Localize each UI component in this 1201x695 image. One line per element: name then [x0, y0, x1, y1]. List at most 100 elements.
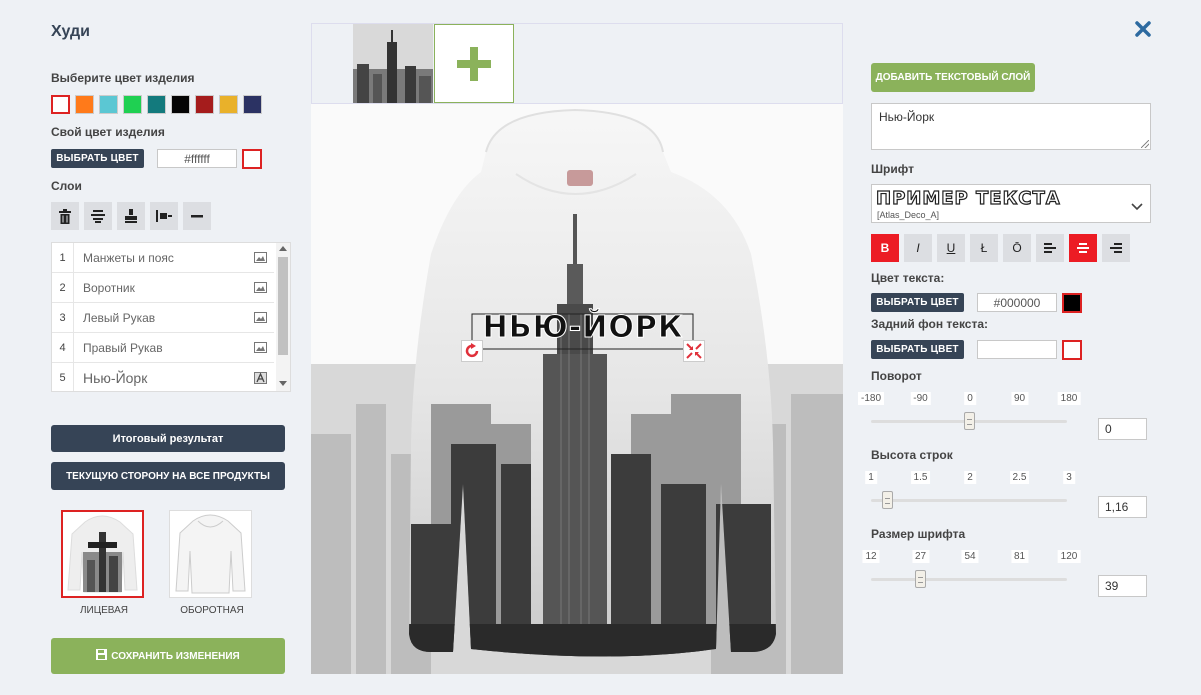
minus-icon[interactable]: [183, 202, 211, 230]
design-canvas[interactable]: НЬЮ-ЙОРК: [311, 104, 843, 674]
front-side-thumbnail[interactable]: [61, 510, 144, 598]
swatch-light-blue[interactable]: [99, 95, 118, 114]
text-color-label: Цвет текста:: [871, 271, 945, 285]
stamp-icon[interactable]: [117, 202, 145, 230]
resize-grip-icon[interactable]: [1141, 140, 1149, 148]
swatch-white[interactable]: [51, 95, 70, 114]
slider-tick: -90: [910, 392, 931, 405]
image-icon: [246, 252, 274, 263]
apply-all-products-button[interactable]: ТЕКУЩУЮ СТОРОНУ НА ВСЕ ПРОДУКТЫ: [51, 462, 285, 490]
background-color-preview[interactable]: [1062, 340, 1082, 360]
swatch-orange[interactable]: [75, 95, 94, 114]
rotation-slider[interactable]: -180 -90 0 90 180: [857, 392, 1081, 432]
layers-list[interactable]: 1 Манжеты и пояс 2 Воротник 3 Левый Рука…: [51, 242, 291, 392]
pick-background-color-button[interactable]: ВЫБРАТЬ ЦВЕТ: [871, 340, 964, 359]
text-background-label: Задний фон текста:: [871, 317, 989, 331]
bold-button[interactable]: B: [871, 234, 899, 262]
layer-row[interactable]: 5 Нью-Йорк: [52, 363, 274, 391]
font-select[interactable]: ПРИМЕР ТЕКСТА [Atlas_Deco_A]: [871, 184, 1151, 223]
text-content-field[interactable]: Нью-Йорк: [871, 103, 1151, 150]
slider-handle[interactable]: [882, 491, 893, 509]
text-color-value: #000000: [993, 295, 1041, 310]
strikethrough-button[interactable]: Ł: [970, 234, 998, 262]
scroll-up-icon[interactable]: [279, 246, 287, 251]
pick-text-color-button[interactable]: ВЫБРАТЬ ЦВЕТ: [871, 293, 964, 312]
add-side-button[interactable]: [434, 24, 514, 103]
line-height-value-input[interactable]: 1,16: [1098, 496, 1147, 518]
layer-row[interactable]: 2 Воротник: [52, 273, 274, 303]
text-color-input[interactable]: #000000: [977, 293, 1057, 312]
font-size-label: Размер шрифта: [871, 527, 966, 541]
scroll-thumb[interactable]: [278, 257, 288, 355]
rotate-icon[interactable]: [461, 340, 483, 362]
slider-tick: 1: [865, 471, 877, 484]
close-icon[interactable]: [1133, 19, 1153, 39]
swatch-red[interactable]: [195, 95, 214, 114]
canvas-text-layer[interactable]: НЬЮ-ЙОРК: [473, 310, 693, 346]
layer-name: Воротник: [83, 280, 135, 295]
slider-handle[interactable]: [964, 412, 975, 430]
layer-toolbar: [51, 202, 211, 230]
layer-order-icon[interactable]: [150, 202, 178, 230]
final-result-button[interactable]: Итоговый результат: [51, 425, 285, 452]
layer-row[interactable]: 1 Манжеты и пояс: [52, 243, 274, 273]
save-changes-button[interactable]: СОХРАНИТЬ ИЗМЕНЕНИЯ: [51, 638, 285, 674]
plus-icon: [457, 46, 491, 81]
line-height-slider[interactable]: 1 1.5 2 2.5 3: [865, 471, 1075, 511]
text-content-value: Нью-Йорк: [879, 110, 935, 124]
slider-tick: 90: [1010, 392, 1029, 405]
product-color-preview[interactable]: [242, 149, 262, 169]
slider-handle[interactable]: [915, 570, 926, 588]
italic-button[interactable]: I: [904, 234, 932, 262]
background-color-input[interactable]: [977, 340, 1057, 359]
save-icon: [96, 649, 108, 663]
image-icon: [246, 312, 274, 323]
rotation-label: Поворот: [871, 369, 922, 383]
swatch-navy[interactable]: [243, 95, 262, 114]
slider-track[interactable]: [871, 499, 1067, 502]
layers-scrollbar[interactable]: [276, 243, 290, 391]
slider-tick: 81: [1010, 550, 1029, 563]
swatch-green[interactable]: [123, 95, 142, 114]
add-text-layer-button[interactable]: ДОБАВИТЬ ТЕКСТОВЫЙ СЛОЙ: [871, 63, 1035, 92]
swatch-yellow[interactable]: [219, 95, 238, 114]
layers-label: Слои: [51, 179, 82, 193]
font-size-value-input[interactable]: 39: [1098, 575, 1147, 597]
slider-track[interactable]: [871, 578, 1067, 581]
layer-number: 5: [52, 363, 74, 391]
layer-row[interactable]: 3 Левый Рукав: [52, 303, 274, 333]
save-label: СОХРАНИТЬ ИЗМЕНЕНИЯ: [111, 650, 240, 662]
swatch-row: [51, 95, 262, 114]
text-color-preview[interactable]: [1062, 293, 1082, 313]
trash-icon[interactable]: [51, 202, 79, 230]
slider-tick: 27: [911, 550, 930, 563]
pick-product-color-button[interactable]: ВЫБРАТЬ ЦВЕТ: [51, 149, 144, 168]
underline-button[interactable]: U: [937, 234, 965, 262]
overline-button[interactable]: Ō: [1003, 234, 1031, 262]
slider-tick: 0: [964, 392, 976, 405]
layer-name: Правый Рукав: [83, 340, 163, 355]
align-center-icon[interactable]: [84, 202, 112, 230]
resize-icon[interactable]: [683, 340, 705, 362]
line-height-label: Высота строк: [871, 448, 953, 462]
image-icon: [246, 342, 274, 353]
layer-number: 1: [52, 243, 74, 272]
layer-name: Нью-Йорк: [83, 370, 148, 386]
side-image-thumbnail[interactable]: [353, 24, 433, 103]
product-color-input[interactable]: #ffffff: [157, 149, 237, 168]
product-color-value: #ffffff: [184, 151, 210, 166]
font-preview-text: ПРИМЕР ТЕКСТА: [875, 187, 1061, 209]
back-side-thumbnail[interactable]: [169, 510, 252, 598]
rotation-value-input[interactable]: 0: [1098, 418, 1147, 440]
slider-tick: 12: [862, 550, 880, 563]
align-right-icon[interactable]: [1102, 234, 1130, 262]
align-center-text-icon[interactable]: [1069, 234, 1097, 262]
font-size-slider[interactable]: 12 27 54 81 120: [862, 550, 1081, 590]
align-left-icon[interactable]: [1036, 234, 1064, 262]
swatch-teal[interactable]: [147, 95, 166, 114]
swatch-black[interactable]: [171, 95, 190, 114]
slider-tick: 2: [964, 471, 976, 484]
font-name: [Atlas_Deco_A]: [877, 210, 940, 220]
layer-row[interactable]: 4 Правый Рукав: [52, 333, 274, 363]
scroll-down-icon[interactable]: [279, 381, 287, 386]
